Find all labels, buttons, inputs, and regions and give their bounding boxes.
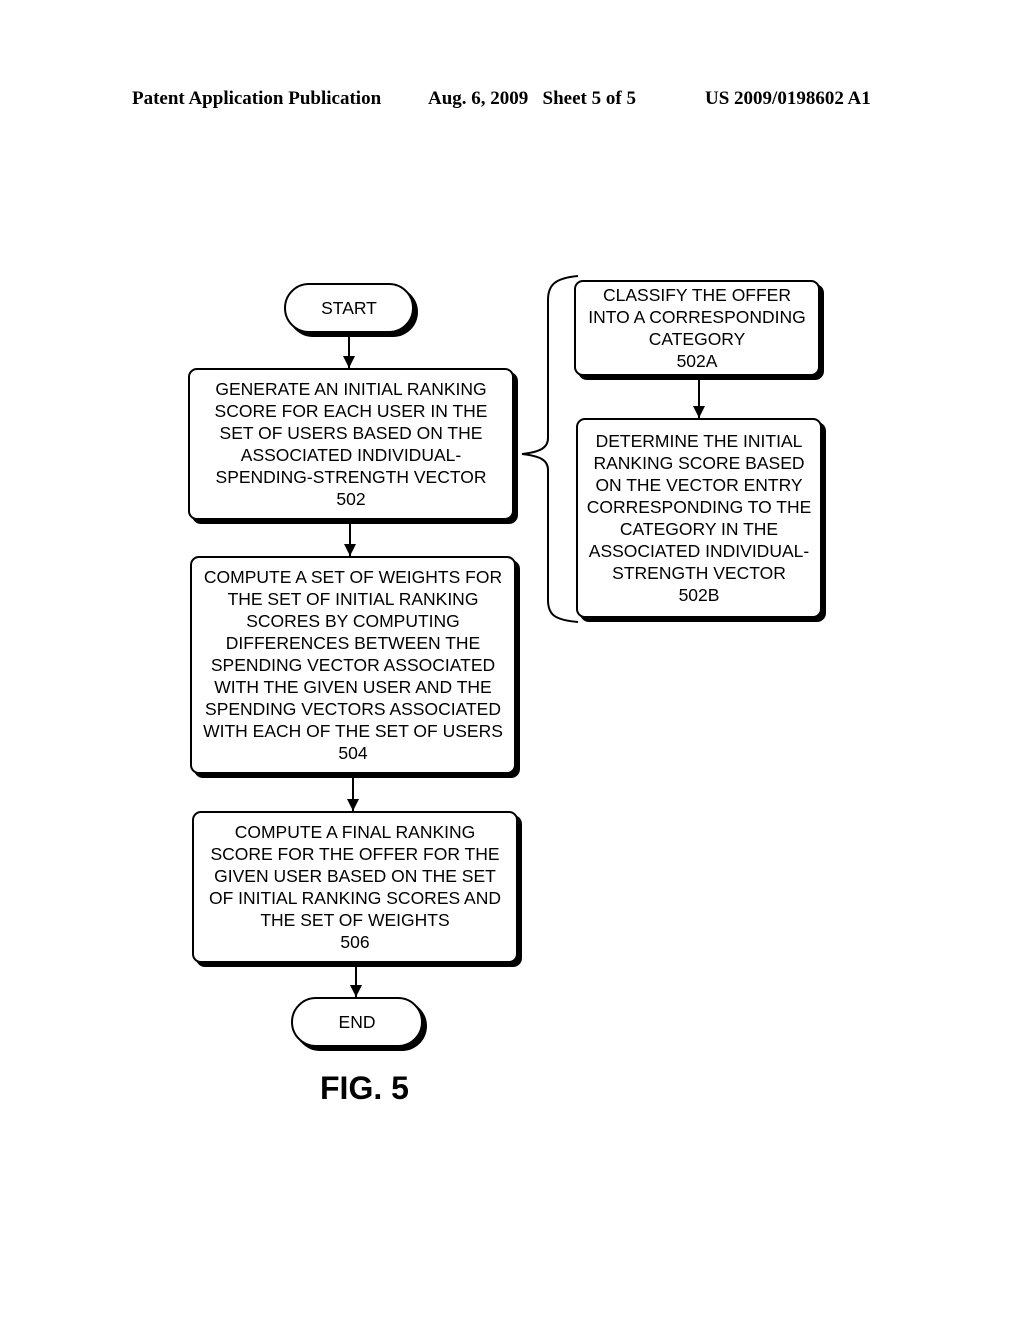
- step-504-ref: 504: [338, 743, 368, 763]
- arrowhead: [344, 544, 356, 556]
- step-504-line: COMPUTE A SET OF WEIGHTS FOR: [203, 567, 503, 587]
- step-504-line: WITH EACH OF THE SET OF USERS: [203, 721, 503, 741]
- end-label: END: [338, 1012, 376, 1032]
- step-506-box: COMPUTE A FINAL RANKING SCORE FOR THE OF…: [192, 811, 518, 963]
- start-label: START: [321, 298, 377, 318]
- substep-502a-line: CATEGORY: [648, 329, 746, 349]
- substep-502a-line: INTO A CORRESPONDING: [588, 307, 806, 327]
- start-terminal: START: [284, 283, 414, 333]
- end-terminal: END: [291, 997, 423, 1047]
- substep-502b-line: CORRESPONDING TO THE: [586, 497, 812, 517]
- step-502-line: SET OF USERS BASED ON THE: [219, 423, 483, 443]
- step-502-line: ASSOCIATED INDIVIDUAL-: [240, 445, 462, 465]
- step-504-line: THE SET OF INITIAL RANKING: [227, 589, 479, 609]
- brace: [521, 275, 579, 623]
- step-502-line: SCORE FOR EACH USER IN THE: [214, 401, 488, 421]
- step-504-box: COMPUTE A SET OF WEIGHTS FOR THE SET OF …: [190, 556, 516, 774]
- substep-502a-box: CLASSIFY THE OFFER INTO A CORRESPONDING …: [574, 280, 820, 376]
- step-502-box: GENERATE AN INITIAL RANKING SCORE FOR EA…: [188, 368, 514, 520]
- step-502-line: SPENDING-STRENGTH VECTOR: [215, 467, 487, 487]
- step-504-line: SPENDING VECTOR ASSOCIATED: [210, 655, 496, 675]
- arrowhead: [343, 356, 355, 368]
- substep-502b-line: STRENGTH VECTOR: [612, 563, 786, 583]
- substep-502b-line: ON THE VECTOR ENTRY: [595, 475, 803, 495]
- substep-502b-line: ASSOCIATED INDIVIDUAL-: [588, 541, 810, 561]
- substep-502b-line: CATEGORY IN THE: [619, 519, 779, 539]
- substep-502b-line: DETERMINE THE INITIAL: [595, 431, 803, 451]
- step-504-line: DIFFERENCES BETWEEN THE: [225, 633, 481, 653]
- step-502-line: GENERATE AN INITIAL RANKING: [215, 379, 487, 399]
- arrowhead: [347, 799, 359, 811]
- step-504-line: WITH THE GIVEN USER AND THE: [214, 677, 492, 697]
- substep-502b-ref: 502B: [678, 585, 720, 605]
- arrowhead: [693, 406, 705, 418]
- step-504-line: SCORES BY COMPUTING: [246, 611, 460, 631]
- step-506-line: COMPUTE A FINAL RANKING: [234, 822, 476, 842]
- substep-502b-line: RANKING SCORE BASED: [593, 453, 805, 473]
- step-502-ref: 502: [336, 489, 366, 509]
- step-506-ref: 506: [340, 932, 370, 952]
- figure-label: FIG. 5: [320, 1070, 409, 1106]
- step-506-line: THE SET OF WEIGHTS: [260, 910, 450, 930]
- substep-502a-ref: 502A: [676, 351, 718, 371]
- step-506-line: SCORE FOR THE OFFER FOR THE: [210, 844, 500, 864]
- step-504-line: SPENDING VECTORS ASSOCIATED: [205, 699, 501, 719]
- step-506-line: OF INITIAL RANKING SCORES AND: [208, 888, 502, 908]
- step-506-line: GIVEN USER BASED ON THE SET: [214, 866, 496, 886]
- arrowhead: [350, 985, 362, 997]
- substep-502b-box: DETERMINE THE INITIAL RANKING SCORE BASE…: [576, 418, 822, 618]
- substep-502a-line: CLASSIFY THE OFFER: [602, 285, 791, 305]
